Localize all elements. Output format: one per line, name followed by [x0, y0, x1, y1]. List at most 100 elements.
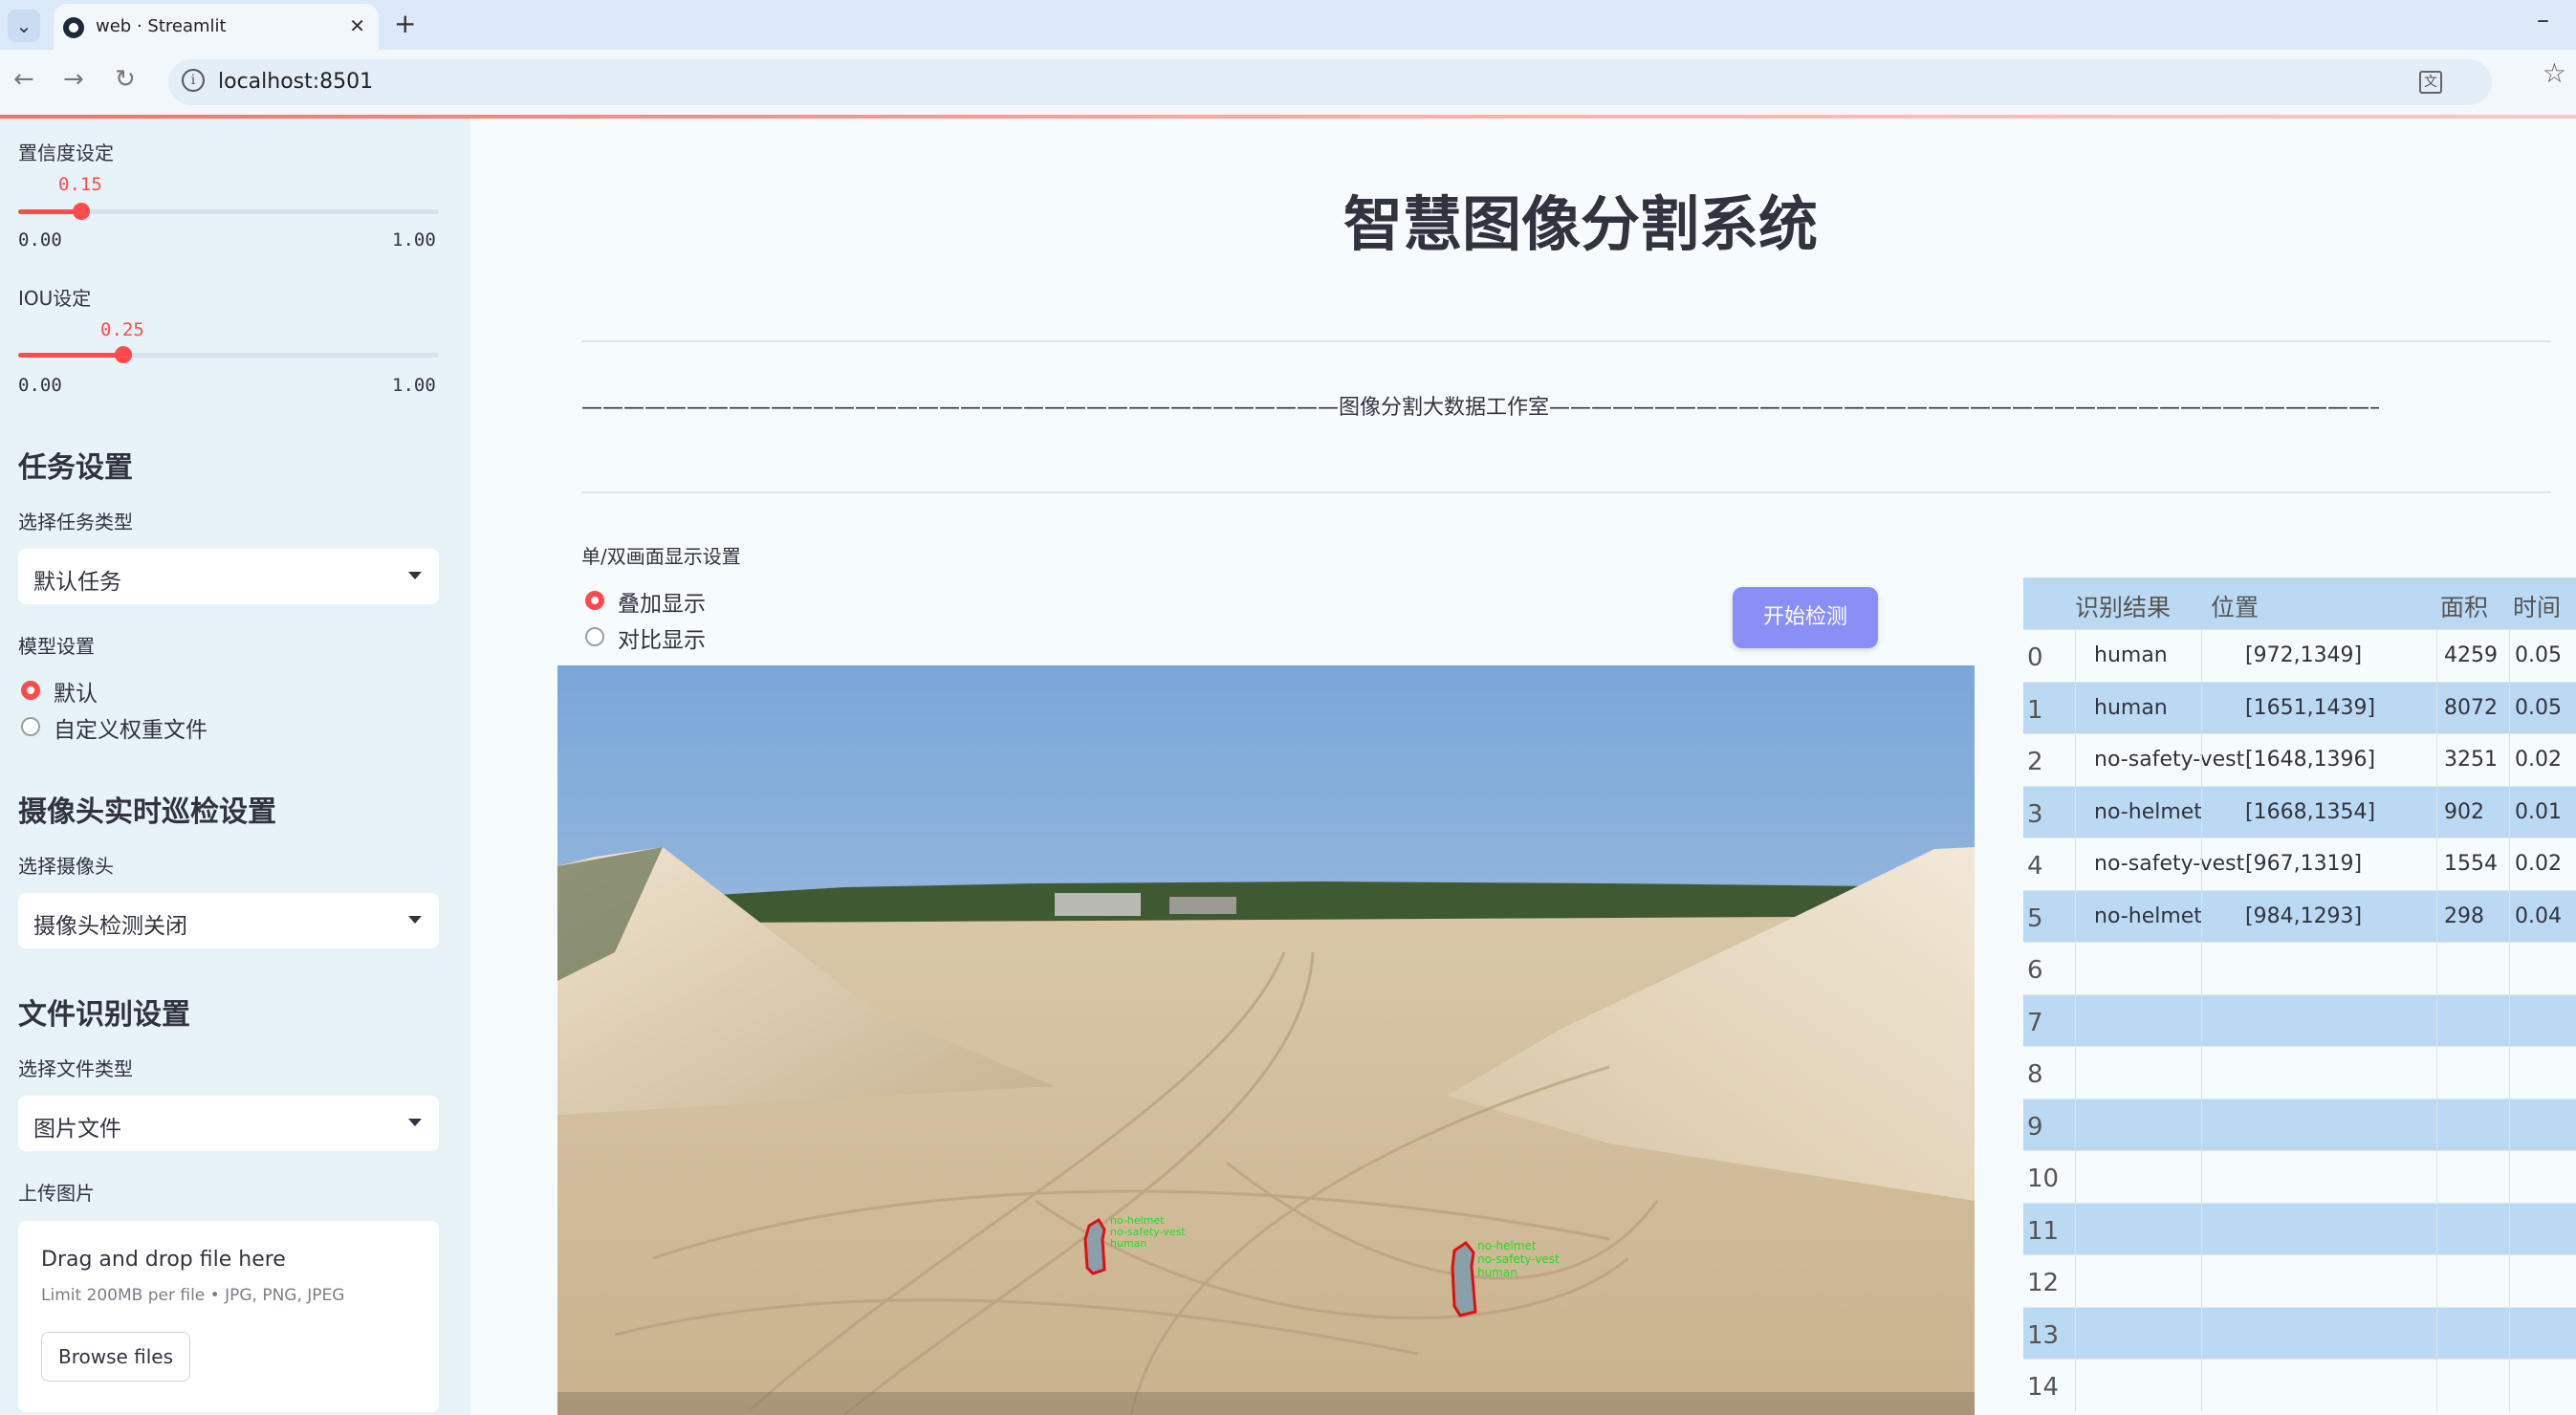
table-row[interactable]: 13 [2023, 1306, 2576, 1360]
table-row[interactable]: 7 [2023, 993, 2576, 1047]
model-default-label[interactable]: 默认 [54, 675, 98, 708]
compare-display-label[interactable]: 对比显示 [618, 621, 706, 654]
camera-select-label: 选择摄像头 [18, 855, 114, 878]
start-detection-button[interactable]: 开始检测 [1733, 587, 1878, 648]
table-row[interactable]: 10 [2023, 1150, 2576, 1203]
model-default-radio[interactable] [21, 681, 40, 700]
site-info-icon[interactable]: i [182, 69, 205, 92]
row-index: 6 [2027, 956, 2043, 985]
tab-title: web · Streamlit [96, 16, 227, 36]
model-custom-label[interactable]: 自定义权重文件 [54, 711, 207, 744]
column-divider [2436, 838, 2437, 890]
col-header-result[interactable]: 识别结果 [2075, 589, 2171, 623]
table-row[interactable]: 1 human [1651,1439] 8072 0.05 [2023, 681, 2576, 734]
column-divider [2075, 1099, 2076, 1151]
address-bar: ← → ↻ i localhost:8501 文 ☆ [0, 50, 2576, 115]
file-type-label: 选择文件类型 [18, 1057, 133, 1080]
confidence-min: 0.00 [18, 229, 62, 250]
tab-search-chevron-icon[interactable]: ⌄ [8, 10, 40, 42]
column-divider [2201, 890, 2202, 943]
cell-time: 0.02 [2515, 748, 2562, 772]
iou-label: IOU设定 [18, 287, 92, 310]
table-row[interactable]: 9 [2023, 1098, 2576, 1151]
file-type-value: 图片文件 [33, 1117, 121, 1142]
iou-value: 0.25 [100, 319, 144, 340]
iou-slider[interactable] [18, 346, 439, 363]
row-index: 14 [2027, 1373, 2060, 1402]
row-index: 2 [2027, 748, 2043, 776]
new-tab-icon[interactable]: + [394, 8, 416, 39]
cell-result: no-helmet [2094, 903, 2202, 928]
upload-image-label: 上传图片 [18, 1182, 95, 1205]
column-divider [2075, 1151, 2076, 1203]
column-divider [2436, 682, 2437, 734]
row-index: 5 [2027, 903, 2043, 933]
confidence-slider-thumb[interactable] [73, 203, 90, 220]
table-row[interactable]: 0 human [972,1349] 4259 0.05 [2023, 629, 2576, 682]
cell-result: no-safety-vest [2094, 748, 2245, 772]
file-type-select[interactable]: 图片文件 [18, 1096, 439, 1151]
detection-label-no-helmet-2: no-helmet [1477, 1239, 1537, 1252]
column-divider [2201, 1203, 2202, 1255]
table-row[interactable]: 3 no-helmet [1668,1354] 902 0.01 [2023, 785, 2576, 838]
table-row[interactable]: 6 [2023, 942, 2576, 994]
column-divider [2509, 838, 2510, 890]
url-field[interactable]: i localhost:8501 文 [168, 59, 2492, 105]
table-row[interactable]: 4 no-safety-vest [967,1319] 1554 0.02 [2023, 838, 2576, 890]
column-divider [2201, 1047, 2202, 1099]
column-divider [2201, 838, 2202, 890]
cell-time: 0.05 [2515, 643, 2562, 667]
table-row[interactable]: 8 [2023, 1046, 2576, 1099]
browser-tab[interactable]: web · Streamlit ✕ [54, 4, 379, 50]
column-divider [2075, 682, 2076, 734]
cell-time: 0.01 [2515, 799, 2562, 824]
minimize-window-icon[interactable]: – [2537, 6, 2549, 34]
table-row[interactable]: 5 no-helmet [984,1293] 298 0.04 [2023, 889, 2576, 943]
confidence-slider[interactable] [18, 203, 439, 220]
url-text[interactable]: localhost:8501 [218, 70, 373, 94]
browse-files-button[interactable]: Browse files [41, 1332, 190, 1382]
table-row[interactable]: 12 [2023, 1254, 2576, 1307]
detection-label-human-1: human [1110, 1237, 1146, 1250]
table-row[interactable]: 11 [2023, 1202, 2576, 1255]
close-tab-icon[interactable]: ✕ [349, 14, 365, 37]
overlay-display-radio[interactable] [585, 591, 604, 610]
column-divider [2509, 630, 2510, 682]
table-row[interactable]: 2 no-safety-vest [1648,1396] 3251 0.02 [2023, 733, 2576, 786]
column-divider [2509, 943, 2510, 994]
model-custom-radio[interactable] [21, 717, 40, 736]
forward-arrow-icon[interactable]: → [63, 65, 84, 94]
column-divider [2201, 786, 2202, 838]
file-settings-header: 文件识别设置 [18, 998, 190, 1032]
row-index: 0 [2027, 643, 2043, 672]
translate-icon[interactable]: 文 [2419, 71, 2442, 94]
table-header: 识别结果 位置 面积 时间 [2023, 577, 2576, 629]
column-divider [2075, 1360, 2076, 1411]
col-header-area[interactable]: 面积 [2440, 589, 2488, 623]
iou-slider-thumb[interactable] [115, 346, 132, 363]
back-arrow-icon[interactable]: ← [13, 65, 34, 94]
cell-area: 298 [2444, 903, 2484, 928]
cell-area: 4259 [2444, 643, 2498, 667]
task-type-select[interactable]: 默认任务 [18, 549, 439, 604]
column-divider [2201, 943, 2202, 994]
camera-select[interactable]: 摄像头检测关闭 [18, 893, 439, 948]
column-divider [2436, 943, 2437, 994]
column-divider [2509, 786, 2510, 838]
compare-display-radio[interactable] [585, 627, 604, 646]
column-divider [2509, 994, 2510, 1047]
column-divider [2436, 1255, 2437, 1307]
col-header-position[interactable]: 位置 [2211, 589, 2259, 623]
file-uploader-dropzone[interactable]: Drag and drop file here Limit 200MB per … [18, 1221, 439, 1412]
cell-position: [1648,1396] [2245, 748, 2376, 772]
column-divider [2436, 1047, 2437, 1099]
reload-icon[interactable]: ↻ [115, 65, 136, 94]
camera-select-value: 摄像头检测关闭 [33, 914, 187, 939]
overlay-display-label[interactable]: 叠加显示 [618, 585, 706, 618]
column-divider [2201, 1360, 2202, 1411]
column-divider [2436, 994, 2437, 1047]
col-header-time[interactable]: 时间 [2513, 589, 2561, 623]
table-row[interactable]: 14 [2023, 1359, 2576, 1411]
bookmark-star-icon[interactable]: ☆ [2543, 57, 2566, 89]
column-divider [2201, 682, 2202, 734]
